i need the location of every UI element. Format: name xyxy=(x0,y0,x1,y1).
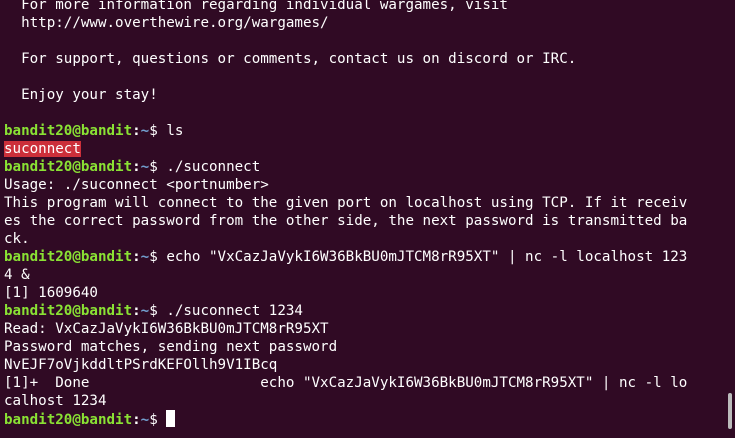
prompt-path: ~ xyxy=(140,249,150,265)
prompt-separator: : xyxy=(132,123,141,139)
prompt-path: ~ xyxy=(140,123,150,139)
prompt-separator: : xyxy=(132,159,141,175)
command-text: ./suconnect 1234 xyxy=(166,303,303,319)
prompt-symbol: $ xyxy=(149,303,167,319)
output-line: Usage: ./suconnect <portnumber> xyxy=(4,177,269,193)
scrollbar-thumb[interactable] xyxy=(728,393,732,429)
output-line: For support, questions or comments, cont… xyxy=(4,51,577,67)
output-line: es the correct password from the other s… xyxy=(4,213,688,229)
command-text: ls xyxy=(166,123,184,139)
prompt-path: ~ xyxy=(140,412,150,428)
prompt-symbol: $ xyxy=(149,412,167,428)
prompt-separator: : xyxy=(132,249,141,265)
output-line: 4 & xyxy=(4,267,30,283)
output-line: Password matches, sending next password xyxy=(4,339,338,355)
prompt-symbol: $ xyxy=(149,249,167,265)
prompt-path: ~ xyxy=(140,303,150,319)
executable-file-name: suconnect xyxy=(4,141,81,157)
prompt-symbol: $ xyxy=(149,123,167,139)
prompt-line: bandit20@bandit:~$ xyxy=(4,410,726,428)
prompt-user: bandit20@bandit xyxy=(4,159,133,175)
prompt-symbol: $ xyxy=(149,159,167,175)
command-text: ./suconnect xyxy=(166,159,261,175)
prompt-separator: : xyxy=(132,303,141,319)
output-line: This program will connect to the given p… xyxy=(4,195,688,211)
terminal-cursor[interactable] xyxy=(166,410,176,427)
prompt-separator: : xyxy=(132,412,141,428)
prompt-line: bandit20@bandit:~$ ls xyxy=(4,122,726,140)
output-line: [1] 1609640 xyxy=(4,285,98,301)
output-line: calhost 1234 xyxy=(4,393,107,409)
prompt-line: bandit20@bandit:~$ echo "VxCazJaVykI6W36… xyxy=(4,248,726,266)
prompt-path: ~ xyxy=(140,159,150,175)
prompt-user: bandit20@bandit xyxy=(4,249,133,265)
output-line: http://www.overthewire.org/wargames/ xyxy=(4,15,329,31)
output-line: NvEJF7oVjkddltPSrdKEFOllh9V1IBcq xyxy=(4,357,278,373)
command-text: echo "VxCazJaVykI6W36BkBU0mJTCM8rR95XT" … xyxy=(166,249,688,265)
terminal-window[interactable]: For more information regarding individua… xyxy=(0,0,735,438)
prompt-line: bandit20@bandit:~$ ./suconnect 1234 xyxy=(4,302,726,320)
output-line: [1]+ Done echo "VxCazJaVykI6W36BkBU0mJTC… xyxy=(4,375,688,391)
ls-output-line: suconnect xyxy=(4,140,726,158)
terminal-output: For more information regarding individua… xyxy=(4,0,726,428)
prompt-user: bandit20@bandit xyxy=(4,123,133,139)
output-line: For more information regarding individua… xyxy=(4,0,508,13)
prompt-line: bandit20@bandit:~$ ./suconnect xyxy=(4,158,726,176)
output-line: Enjoy your stay! xyxy=(4,87,158,103)
prompt-user: bandit20@bandit xyxy=(4,303,133,319)
prompt-user: bandit20@bandit xyxy=(4,412,133,428)
output-line: ck. xyxy=(4,231,30,247)
output-line: Read: VxCazJaVykI6W36BkBU0mJTCM8rR95XT xyxy=(4,321,329,337)
terminal-scrollbar[interactable] xyxy=(726,0,735,438)
